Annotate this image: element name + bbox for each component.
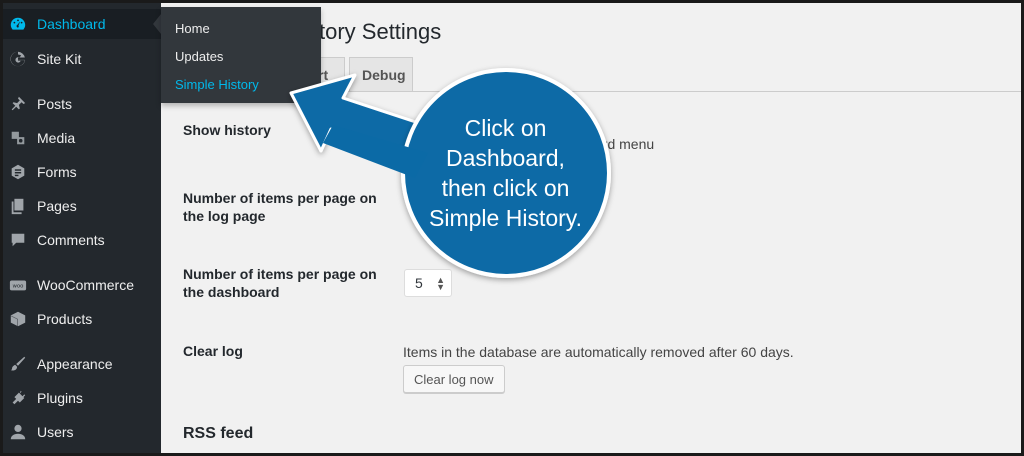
sidebar-item-plugins[interactable]: Plugins: [3, 383, 161, 413]
plug-icon: [8, 388, 28, 408]
dashboard-icon: [8, 14, 28, 34]
sidebar-item-label: Forms: [37, 164, 77, 180]
sidebar-item-users[interactable]: Users: [3, 417, 161, 447]
submenu-item-updates[interactable]: Updates: [175, 49, 223, 64]
sidebar-item-products[interactable]: Products: [3, 304, 161, 334]
sidebar-item-label: Appearance: [37, 356, 113, 372]
clear-log-description: Items in the database are automatically …: [403, 344, 794, 360]
sidebar-item-media[interactable]: Media: [3, 123, 161, 153]
sidebar-item-label: WooCommerce: [37, 277, 134, 293]
sidebar-item-posts[interactable]: Posts: [3, 89, 161, 119]
sidebar-item-comments[interactable]: Comments: [3, 225, 161, 255]
paintbrush-icon: [8, 354, 28, 374]
show-history-label: Show history: [183, 122, 271, 138]
show-history-option-text: ard menu: [595, 136, 655, 152]
items-per-page-dashboard-label: Number of items per page on the dashboar…: [183, 266, 377, 300]
sidebar-item-label: Products: [37, 311, 93, 327]
sidebar-item-woocommerce[interactable]: woo WooCommerce: [3, 270, 161, 300]
submenu-pointer: [153, 14, 161, 34]
svg-text:woo: woo: [13, 284, 24, 290]
submenu-item-simple-history[interactable]: Simple History: [175, 77, 259, 92]
select-value: 5: [415, 275, 423, 291]
sidebar-item-label: Pages: [37, 198, 77, 214]
pages-icon: [8, 196, 28, 216]
comment-icon: [8, 230, 28, 250]
forms-icon: [8, 162, 28, 182]
submenu-item-home[interactable]: Home: [175, 21, 210, 36]
woo-icon: woo: [8, 275, 28, 295]
box-icon: [8, 309, 28, 329]
sidebar-item-label: Comments: [37, 232, 105, 248]
select-arrows-icon: ▲ ▼: [436, 275, 445, 292]
clear-log-label: Clear log: [183, 343, 243, 359]
sidebar-item-label: Media: [37, 130, 76, 146]
items-per-page-dashboard-select[interactable]: 5 ▲ ▼: [404, 269, 452, 297]
sidebar-item-label: Users: [37, 424, 74, 440]
tab-debug[interactable]: Debug: [349, 57, 413, 92]
media-icon: [8, 128, 28, 148]
sidebar-item-label: Site Kit: [37, 51, 82, 67]
sidebar-item-forms[interactable]: Forms: [3, 157, 161, 187]
sidebar-item-label: Plugins: [37, 390, 83, 406]
sidebar-item-pages[interactable]: Pages: [3, 191, 161, 221]
tab-label: Debug: [362, 67, 406, 83]
admin-sidebar: Dashboard Site Kit Posts Media Forms Pag…: [3, 3, 161, 453]
sidebar-item-label: Dashboard: [37, 16, 106, 32]
clear-log-button[interactable]: Clear log now: [403, 365, 505, 393]
screenshot-frame: Dashboard Site Kit Posts Media Forms Pag…: [0, 0, 1024, 456]
rss-feed-heading: RSS feed: [183, 425, 254, 442]
sidebar-item-appearance[interactable]: Appearance: [3, 349, 161, 379]
google-g-icon: [8, 49, 28, 69]
sidebar-item-site-kit[interactable]: Site Kit: [3, 44, 161, 74]
sidebar-item-dashboard[interactable]: Dashboard: [3, 9, 161, 39]
page-title: tory Settings: [319, 19, 442, 44]
user-icon: [8, 422, 28, 442]
sidebar-item-label: Posts: [37, 96, 73, 112]
pushpin-icon: [8, 94, 28, 114]
items-per-page-log-label: Number of items per page on the log page: [183, 190, 377, 224]
dashboard-flyout-submenu: Home Updates Simple History: [161, 7, 321, 103]
